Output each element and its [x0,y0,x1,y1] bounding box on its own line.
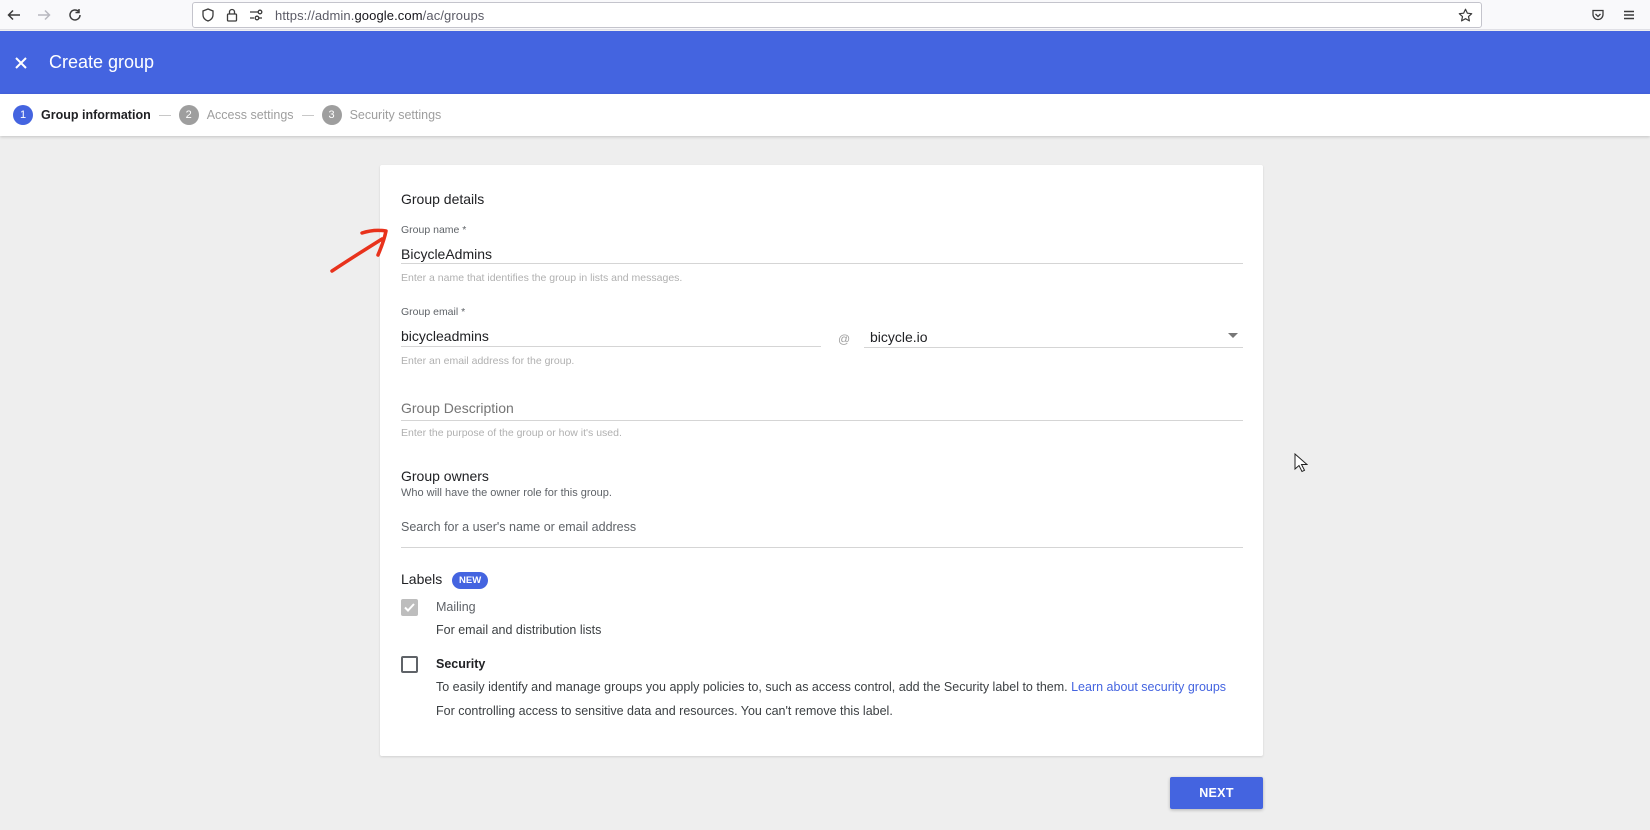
browser-toolbar: https://admin.google.com/ac/groups [0,0,1650,30]
step-group-information[interactable]: 1 Group information [13,105,151,125]
security-checkbox[interactable] [401,656,418,673]
permissions-icon[interactable] [245,4,267,26]
step-security-settings[interactable]: 3 Security settings [321,105,442,125]
step-number: 1 [13,105,33,125]
domain-underline [864,347,1243,348]
lock-icon[interactable] [221,4,243,26]
learn-security-groups-link[interactable]: Learn about security groups [1071,680,1226,694]
bookmark-star-icon[interactable] [1455,5,1475,25]
step-divider [301,114,314,116]
pocket-icon[interactable] [1587,4,1609,26]
mailing-checkbox[interactable] [401,599,418,616]
url-text: https://admin.google.com/ac/groups [275,7,485,23]
page-title: Create group [49,52,155,72]
group-description-underline [401,420,1243,421]
at-sign: @ [838,332,851,346]
checkmark-icon [404,603,415,612]
security-label: Security [436,657,486,671]
app-header: Create group [0,31,1650,94]
stepper: 1 Group information 2 Access settings 3 … [0,94,1650,136]
forward-icon[interactable] [33,4,55,26]
group-email-input[interactable]: bicycleadmins [401,328,489,344]
group-email-label: Group email * [401,306,466,318]
reload-icon[interactable] [64,4,86,26]
group-details-card: Group details Group name * BicycleAdmins… [380,165,1263,756]
step-access-settings[interactable]: 2 Access settings [178,105,294,125]
step-label: Access settings [206,108,294,122]
annotation-arrow-icon [330,228,388,273]
section-title: Group details [401,191,485,207]
menu-icon[interactable] [1618,4,1640,26]
group-name-hint: Enter a name that identifies the group i… [401,272,683,284]
domain-select[interactable]: bicycle.io [870,329,928,345]
group-owners-subtitle: Who will have the owner role for this gr… [401,487,612,499]
step-label: Group information [41,108,151,122]
security-description: To easily identify and manage groups you… [436,680,1227,694]
group-owners-title: Group owners [401,468,489,484]
back-icon[interactable] [3,4,25,26]
step-divider [158,114,171,116]
step-label: Security settings [349,108,442,122]
group-email-underline [401,346,821,347]
owner-search-underline [401,547,1243,548]
close-icon[interactable] [9,51,33,75]
group-name-label: Group name * [401,224,467,236]
next-button[interactable]: NEXT [1170,777,1263,809]
group-name-underline [401,263,1243,264]
mouse-cursor-icon [1294,453,1308,473]
group-name-input[interactable]: BicycleAdmins [401,246,492,262]
step-number: 3 [321,105,342,125]
chevron-down-icon[interactable] [1228,333,1238,338]
group-description-input[interactable]: Group Description [401,400,514,416]
security-description-2: For controlling access to sensitive data… [436,704,893,718]
mailing-description: For email and distribution lists [436,623,602,637]
step-number: 2 [178,105,199,125]
shield-icon[interactable] [197,4,219,26]
mailing-label: Mailing [436,600,476,614]
new-badge: NEW [452,572,489,589]
url-bar[interactable]: https://admin.google.com/ac/groups [192,2,1482,28]
group-description-hint: Enter the purpose of the group or how it… [401,427,622,439]
owner-search-input[interactable]: Search for a user's name or email addres… [401,520,636,534]
group-email-hint: Enter an email address for the group. [401,355,575,367]
labels-title: Labels [401,571,443,587]
